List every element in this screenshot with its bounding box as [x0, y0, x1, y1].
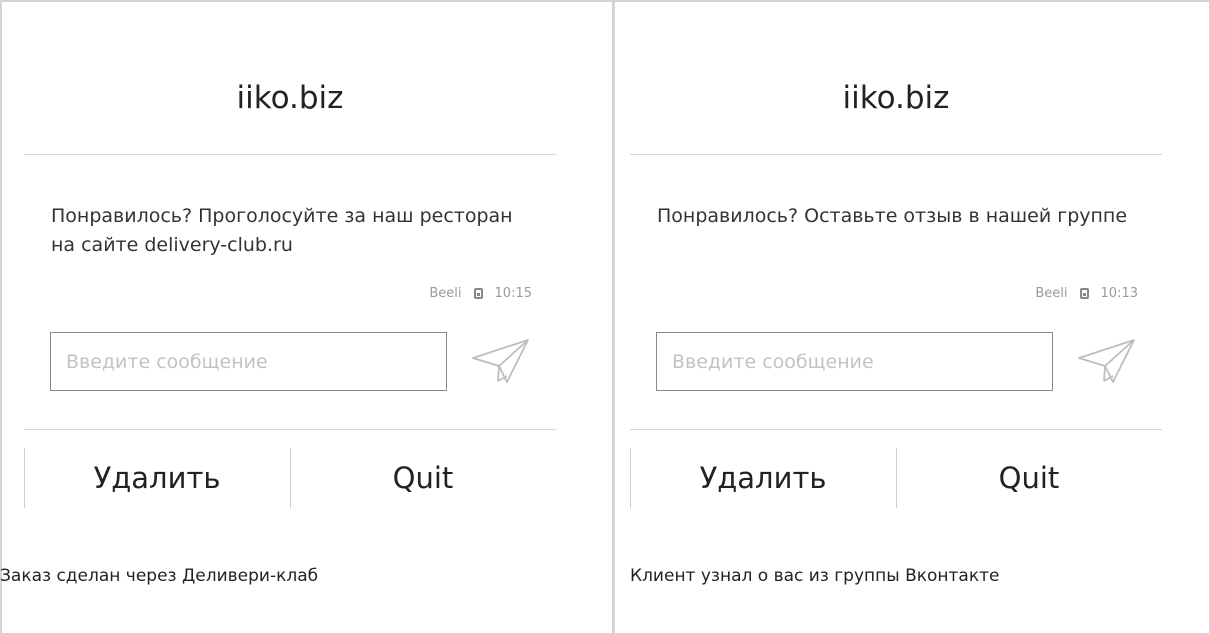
device-icon	[1079, 288, 1089, 299]
left-panel: iiko.biz Понравилось? Проголосуйте за на…	[0, 0, 612, 633]
delete-button[interactable]: Удалить	[630, 448, 896, 508]
send-icon	[1078, 339, 1135, 383]
card-title: iiko.biz	[236, 80, 344, 116]
card-actions: Удалить Quit	[24, 448, 556, 508]
message-input[interactable]	[657, 333, 1052, 390]
send-button[interactable]	[470, 336, 532, 386]
card-actions: Удалить Quit	[630, 448, 1162, 508]
notification-card: iiko.biz Понравилось? Оставьте отзыв в н…	[630, 0, 1162, 510]
sender-name: Beeli	[429, 286, 462, 301]
sender-name: Beeli	[1035, 286, 1068, 301]
message-text: Понравилось? Оставьте отзыв в нашей груп…	[657, 205, 1128, 227]
actions-divider	[24, 429, 556, 430]
panel-caption: Клиент узнал о вас из группы Вконтакте	[630, 566, 1000, 586]
message-time: 10:13	[1100, 286, 1138, 301]
message-input[interactable]	[51, 333, 446, 390]
delete-button[interactable]: Удалить	[24, 448, 290, 508]
right-panel: iiko.biz Понравилось? Оставьте отзыв в н…	[615, 0, 1209, 633]
card-title: iiko.biz	[842, 80, 950, 116]
panel-caption: Заказ сделан через Деливери-клаб	[0, 566, 319, 586]
message-meta: Beeli 10:13	[1035, 286, 1138, 301]
message-time: 10:15	[494, 286, 532, 301]
card-header-divider	[630, 154, 1162, 155]
message-meta: Beeli 10:15	[429, 286, 532, 301]
actions-divider	[630, 429, 1162, 430]
message-text: Понравилось? Проголосуйте за наш рестора…	[51, 205, 513, 256]
message-input-box[interactable]	[656, 332, 1053, 391]
card-header-divider	[24, 154, 556, 155]
quit-button[interactable]: Quit	[290, 448, 556, 508]
send-icon	[472, 339, 529, 383]
device-icon	[473, 288, 483, 299]
send-button[interactable]	[1076, 336, 1138, 386]
notification-card: iiko.biz Понравилось? Проголосуйте за на…	[24, 0, 556, 510]
quit-button[interactable]: Quit	[896, 448, 1162, 508]
message-input-box[interactable]	[50, 332, 447, 391]
